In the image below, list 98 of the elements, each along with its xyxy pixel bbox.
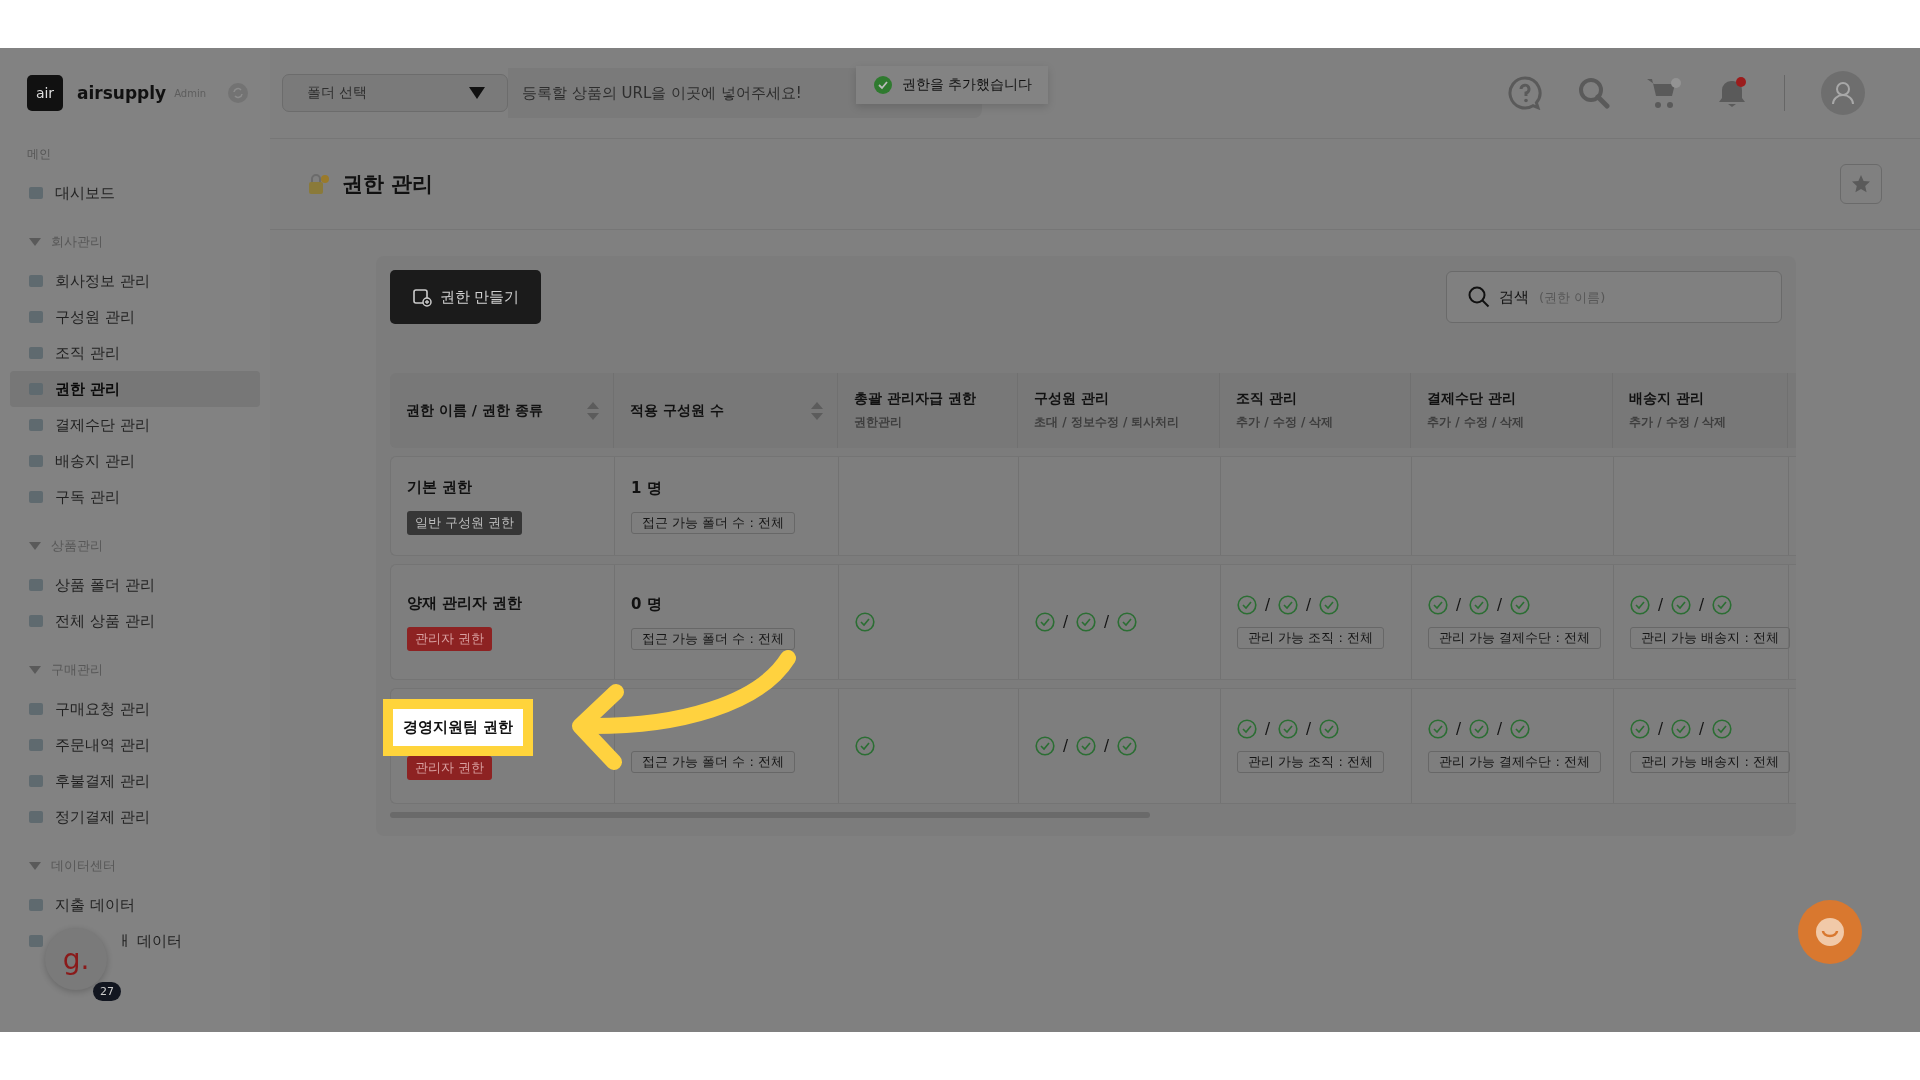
brand-name: airsupply (77, 83, 167, 103)
separator: / (1306, 596, 1312, 614)
search-icon (1467, 285, 1491, 309)
help-icon[interactable] (1508, 76, 1542, 110)
column-header: 결제수단 관리 추가 / 수정 / 삭제 (1411, 373, 1613, 448)
sidebar-item[interactable]: 조직 관리 (10, 335, 260, 371)
menu-icon (29, 187, 43, 199)
permission-name: 양재 관리자 권한 (407, 593, 523, 613)
separator: / (1306, 720, 1312, 738)
menu-icon (29, 383, 43, 395)
menu-icon (29, 275, 43, 287)
star-icon (1851, 174, 1871, 194)
menu-icon (29, 311, 43, 323)
lock-icon (308, 173, 330, 195)
caret-icon (29, 542, 41, 550)
scope-tag: 관리 가능 조직 : 전체 (1237, 751, 1384, 773)
sort-icon[interactable] (587, 401, 599, 420)
cart-icon[interactable] (1646, 77, 1682, 109)
sidebar-item[interactable]: 지출 데이터 (10, 887, 260, 923)
scope-tag: 관리 가능 결제수단 : 전체 (1428, 751, 1601, 773)
sidebar-item[interactable]: 정기결제 관리 (10, 799, 260, 835)
role-tag: 관리자 권한 (407, 755, 493, 780)
role-tag: 관리자 권한 (407, 626, 493, 651)
folder-tag: 접근 가능 폴더 수 : 전체 (631, 751, 796, 773)
brand-logo: air (27, 75, 63, 111)
menu-icon (29, 775, 43, 787)
separator: / (1063, 613, 1069, 631)
search-label: 검색 (1499, 287, 1529, 307)
sidebar-item[interactable]: 회사정보 관리 (10, 263, 260, 299)
sidebar-item[interactable]: 배송지 관리 (10, 443, 260, 479)
role-tag: 일반 구성원 권한 (407, 510, 523, 535)
add-icon (411, 287, 432, 307)
sidebar-item[interactable]: 후불결제 관리 (10, 763, 260, 799)
column-header: 조직 관리 추가 / 수정 / 삭제 (1220, 373, 1411, 448)
sidebar-item[interactable]: 상품 폴더 관리 (10, 567, 260, 603)
folder-select[interactable]: 폴더 선택 (282, 74, 508, 112)
sidebar-item[interactable]: 구독 관리 (10, 479, 260, 515)
separator: / (1104, 737, 1110, 755)
column-header: 총괄 관리자급 권한 권한관리 (838, 373, 1018, 448)
dropdown-caret-icon (469, 87, 485, 99)
sort-icon[interactable] (811, 401, 823, 420)
column-header: 권한 이름 / 권한 종류 (390, 373, 614, 448)
favorite-button[interactable] (1840, 164, 1882, 204)
member-count: 0 명 (631, 594, 662, 614)
member-count: 1 명 (631, 478, 662, 498)
menu-icon (29, 455, 43, 467)
menu-icon (29, 579, 43, 591)
caret-icon (29, 238, 41, 246)
caret-icon (29, 666, 41, 674)
column-header: 구성원 관리 초대 / 정보수정 / 퇴사처리 (1018, 373, 1220, 448)
separator: / (1658, 596, 1664, 614)
menu-icon (29, 703, 43, 715)
column-header: 배송지 관리 추가 / 수정 / 삭제 (1613, 373, 1788, 448)
separator: / (1497, 596, 1503, 614)
bell-icon[interactable] (1718, 77, 1748, 109)
column-header: 적용 구성원 수 (614, 373, 838, 448)
avatar-icon[interactable] (1821, 71, 1865, 115)
separator: / (1699, 720, 1705, 738)
menu-icon (29, 811, 43, 823)
permission-name: 경영지원팀 권한 (383, 698, 534, 756)
menu-icon (29, 739, 43, 751)
sidebar-item[interactable]: 구성원 관리 (10, 299, 260, 335)
sidebar-item[interactable]: 대시보드 (10, 175, 260, 211)
sidebar-item[interactable]: 결제수단 관리 (10, 407, 260, 443)
sidebar-item[interactable]: 권한 관리 (10, 371, 260, 407)
menu-icon (29, 419, 43, 431)
create-permission-button[interactable]: 권한 만들기 (390, 270, 541, 324)
sidebar-item[interactable]: 구매요청 관리 (10, 691, 260, 727)
menu-icon (29, 491, 43, 503)
separator: / (1063, 737, 1069, 755)
page-title: 권한 관리 (342, 171, 434, 198)
folder-tag: 접근 가능 폴더 수 : 전체 (631, 627, 796, 650)
sidebar-item[interactable]: 주문내역 관리 (10, 727, 260, 763)
separator: / (1265, 596, 1271, 614)
menu-icon (29, 935, 43, 947)
menu-icon (29, 899, 43, 911)
separator: / (1456, 720, 1462, 738)
separator: / (1456, 596, 1462, 614)
separator: / (1699, 596, 1705, 614)
separator: / (1658, 720, 1664, 738)
scope-tag: 관리 가능 조직 : 전체 (1237, 627, 1384, 649)
refresh-icon[interactable] (228, 83, 249, 103)
count-badge: 27 (93, 982, 121, 1001)
success-icon (874, 76, 892, 94)
separator: / (1265, 720, 1271, 738)
menu-icon (29, 347, 43, 359)
sidebar-item[interactable]: 전체 상품 관리 (10, 603, 260, 639)
permission-name: 기본 권한 (407, 477, 473, 497)
scope-tag: 관리 가능 배송지 : 전체 (1630, 751, 1790, 773)
scope-tag: 관리 가능 결제수단 : 전체 (1428, 627, 1601, 649)
scope-tag: 관리 가능 배송지 : 전체 (1630, 627, 1790, 649)
smile-icon (1813, 915, 1847, 949)
folder-tag: 접근 가능 폴더 수 : 전체 (631, 511, 796, 534)
menu-icon (29, 615, 43, 627)
separator: / (1104, 613, 1110, 631)
search-icon[interactable] (1578, 77, 1610, 109)
caret-icon (29, 862, 41, 870)
separator: / (1497, 720, 1503, 738)
